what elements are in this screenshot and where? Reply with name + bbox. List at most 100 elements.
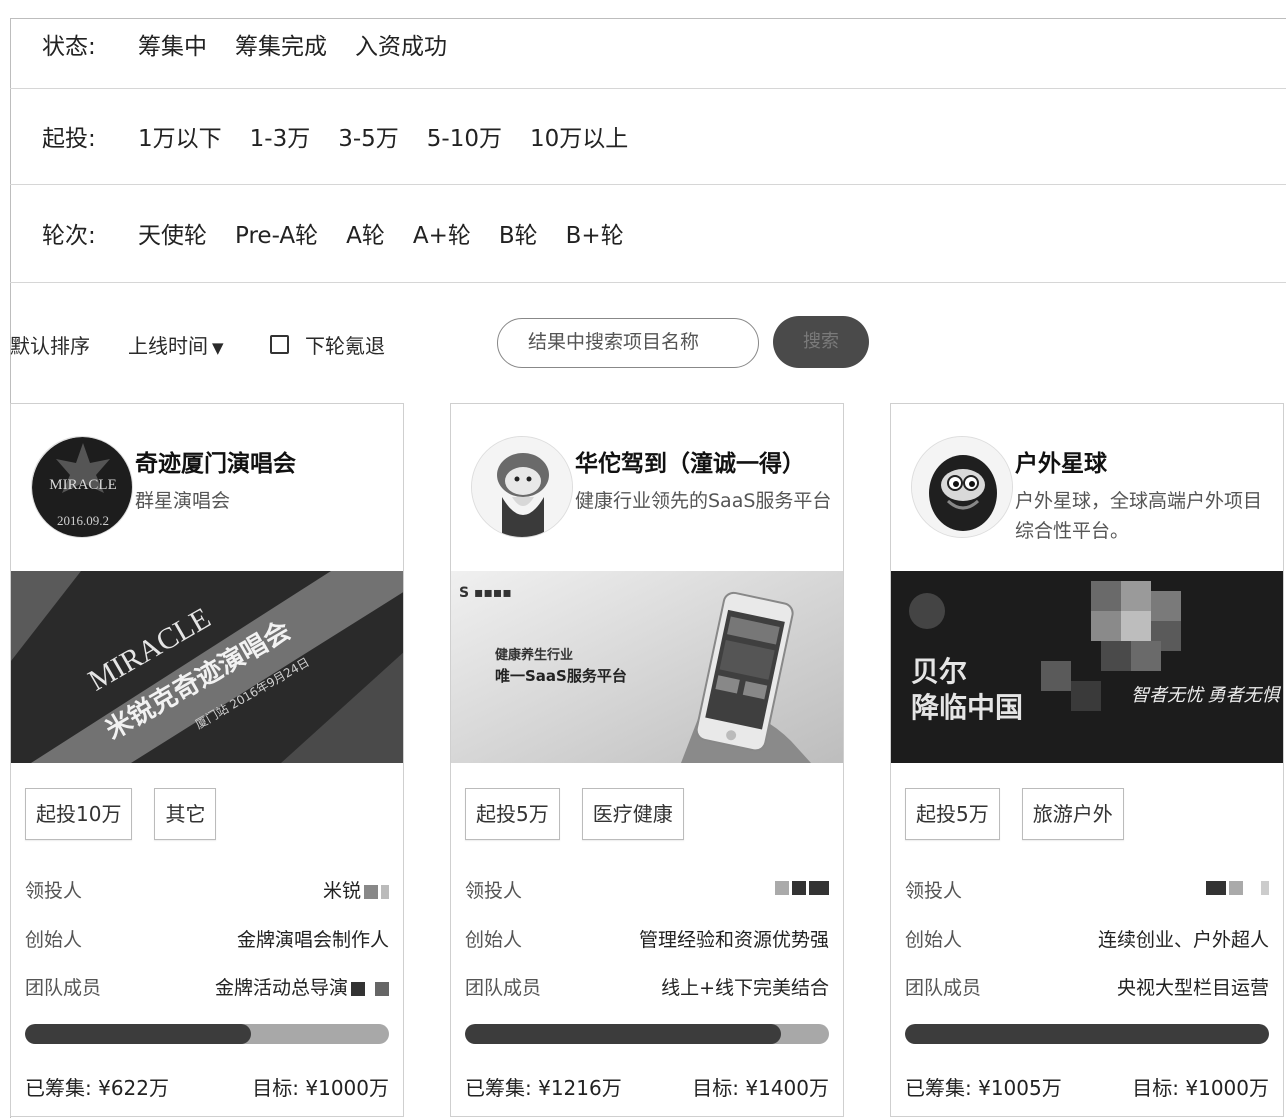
sort-by-time-label: 上线时间: [128, 334, 208, 358]
project-banner[interactable]: 贝尔 降临中国 智者无忧 勇者无惧: [891, 571, 1283, 763]
caret-down-icon: ▼: [212, 339, 224, 357]
lead-investor-label: 领投人: [465, 880, 523, 902]
founder-label: 创始人: [905, 929, 963, 951]
filter-status: 状态: 筹集中 筹集完成 入资成功: [10, 0, 1286, 89]
filter-option-raising[interactable]: 筹集中: [138, 27, 207, 61]
filter-option-funded[interactable]: 入资成功: [355, 27, 447, 61]
filter-option-a-plus[interactable]: A+轮: [413, 216, 471, 250]
project-subtitle: 群星演唱会: [135, 490, 231, 512]
retreat-label: 下轮氪退: [305, 334, 385, 358]
filter-option-pre-a[interactable]: Pre-A轮: [235, 216, 318, 250]
team-label: 团队成员: [465, 977, 542, 999]
team-value: 金牌活动总导演: [215, 973, 389, 1000]
svg-text:唯一SaaS服务平台: 唯一SaaS服务平台: [495, 667, 627, 685]
project-title[interactable]: 奇迹厦门演唱会: [135, 444, 296, 478]
svg-text:S ▪▪▪▪: S ▪▪▪▪: [459, 585, 512, 601]
svg-text:贝尔: 贝尔: [911, 655, 967, 688]
doctor-mascot-icon: [472, 437, 572, 537]
project-card[interactable]: 华佗驾到（潼诚一得） 健康行业领先的SaaS服务平台 S ▪▪▪▪ 健康养生行业…: [450, 403, 844, 1117]
team-label: 团队成员: [905, 977, 982, 999]
tag-category[interactable]: 旅游户外: [1021, 788, 1124, 840]
lead-investor-label: 领投人: [905, 880, 963, 902]
founder-row: 创始人 管理经验和资源优势强: [465, 925, 829, 952]
project-tags: 起投5万 医疗健康: [465, 788, 706, 840]
filter-option-b-plus[interactable]: B+轮: [566, 216, 624, 250]
monkey-logo-icon: [912, 437, 1012, 537]
lead-investor-row: 领投人: [465, 876, 829, 903]
retreat-checkbox[interactable]: [270, 335, 289, 354]
filter-option-a[interactable]: A轮: [346, 216, 385, 250]
project-card[interactable]: MIRACLE 2016.09.2 奇迹厦门演唱会 群星演唱会 MIRACLE …: [10, 403, 404, 1117]
search-button[interactable]: 搜索: [773, 316, 869, 368]
target-amount: 目标: ¥1000万: [1132, 1076, 1269, 1100]
lead-investor-label: 领投人: [25, 880, 83, 902]
sort-default[interactable]: 默认排序: [10, 330, 90, 359]
funding-amounts: 已筹集: ¥1005万 目标: ¥1000万: [905, 1072, 1269, 1101]
lead-investor-value: [772, 876, 829, 903]
project-avatar: [471, 436, 573, 538]
lead-investor-value: [1203, 876, 1269, 903]
founder-value: 管理经验和资源优势强: [638, 929, 829, 951]
filter-option-angel[interactable]: 天使轮: [138, 216, 207, 250]
funding-amounts: 已筹集: ¥622万 目标: ¥1000万: [25, 1072, 389, 1101]
filter-option-3-5w[interactable]: 3-5万: [338, 119, 399, 153]
raised-amount: 已筹集: ¥1005万: [905, 1076, 1062, 1100]
funding-progress-fill: [25, 1024, 252, 1044]
project-avatar: [911, 436, 1013, 538]
tag-min-invest[interactable]: 起投5万: [905, 788, 1000, 840]
filter-round: 轮次: 天使轮 Pre-A轮 A轮 A+轮 B轮 B+轮: [10, 184, 1286, 283]
sort-by-time[interactable]: 上线时间 ▼: [128, 330, 224, 359]
raised-amount: 已筹集: ¥622万: [25, 1076, 169, 1100]
tag-min-invest[interactable]: 起投10万: [25, 788, 133, 840]
raised-amount: 已筹集: ¥1216万: [465, 1076, 622, 1100]
filter-option-under-1w[interactable]: 1万以下: [138, 119, 222, 153]
funding-amounts: 已筹集: ¥1216万 目标: ¥1400万: [465, 1072, 829, 1101]
filter-option-5-10w[interactable]: 5-10万: [427, 119, 502, 153]
filter-option-raised[interactable]: 筹集完成: [235, 27, 327, 61]
tag-category[interactable]: 医疗健康: [581, 788, 684, 840]
retreat-toggle[interactable]: 下轮氪退: [270, 330, 385, 359]
project-title[interactable]: 华佗驾到（潼诚一得）: [575, 444, 805, 478]
founder-row: 创始人 连续创业、户外超人: [905, 925, 1269, 952]
svg-text:MIRACLE: MIRACLE: [49, 477, 117, 493]
banner-image: 贝尔 降临中国 智者无忧 勇者无惧: [891, 571, 1283, 763]
filter-option-1-3w[interactable]: 1-3万: [250, 119, 311, 153]
funding-progress-bar: [905, 1024, 1269, 1044]
banner-image: MIRACLE 米锐克奇迹演唱会 厦门站 2016年9月24日: [11, 571, 403, 763]
project-tags: 起投5万 旅游户外: [905, 788, 1146, 840]
card-header: 户外星球 户外星球，全球高端户外项目综合性平台。: [891, 404, 1283, 571]
team-label: 团队成员: [25, 977, 102, 999]
founder-row: 创始人 金牌演唱会制作人: [25, 925, 389, 952]
filter-status-label: 状态:: [42, 34, 96, 60]
banner-image: S ▪▪▪▪ 健康养生行业 唯一SaaS服务平台: [451, 571, 843, 763]
project-card[interactable]: 户外星球 户外星球，全球高端户外项目综合性平台。 贝尔 降临中国 智者无忧 勇者…: [890, 403, 1284, 1117]
team-value: 央视大型栏目运营: [1116, 977, 1269, 999]
funding-progress-fill: [905, 1024, 1269, 1044]
filter-round-label: 轮次:: [42, 223, 96, 249]
search-input[interactable]: 结果中搜索项目名称: [497, 318, 759, 368]
tag-min-invest[interactable]: 起投5万: [465, 788, 560, 840]
funding-progress-bar: [25, 1024, 389, 1044]
funding-progress-fill: [465, 1024, 782, 1044]
project-title[interactable]: 户外星球: [1015, 444, 1107, 478]
team-row: 团队成员 金牌活动总导演: [25, 973, 389, 1000]
funding-progress-bar: [465, 1024, 829, 1044]
miracle-logo-icon: MIRACLE 2016.09.2: [32, 437, 132, 537]
filter-option-b[interactable]: B轮: [499, 216, 538, 250]
lead-investor-value: 米锐: [323, 876, 389, 903]
target-amount: 目标: ¥1400万: [692, 1076, 829, 1100]
lead-investor-row: 领投人 米锐: [25, 876, 389, 903]
svg-text:2016.09.2: 2016.09.2: [57, 513, 109, 528]
tag-category[interactable]: 其它: [154, 788, 217, 840]
project-banner[interactable]: MIRACLE 米锐克奇迹演唱会 厦门站 2016年9月24日: [11, 571, 403, 763]
svg-text:智者无忧 勇者无惧: 智者无忧 勇者无惧: [1131, 685, 1281, 705]
filter-option-over-10w[interactable]: 10万以上: [530, 119, 628, 153]
card-header: MIRACLE 2016.09.2 奇迹厦门演唱会 群星演唱会: [11, 404, 403, 571]
filter-min-invest-label: 起投:: [42, 126, 96, 152]
project-avatar: MIRACLE 2016.09.2: [31, 436, 133, 538]
founder-value: 金牌演唱会制作人: [236, 929, 389, 951]
project-banner[interactable]: S ▪▪▪▪ 健康养生行业 唯一SaaS服务平台: [451, 571, 843, 763]
target-amount: 目标: ¥1000万: [252, 1076, 389, 1100]
svg-text:降临中国: 降临中国: [911, 691, 1023, 724]
founder-value: 连续创业、户外超人: [1097, 929, 1269, 951]
